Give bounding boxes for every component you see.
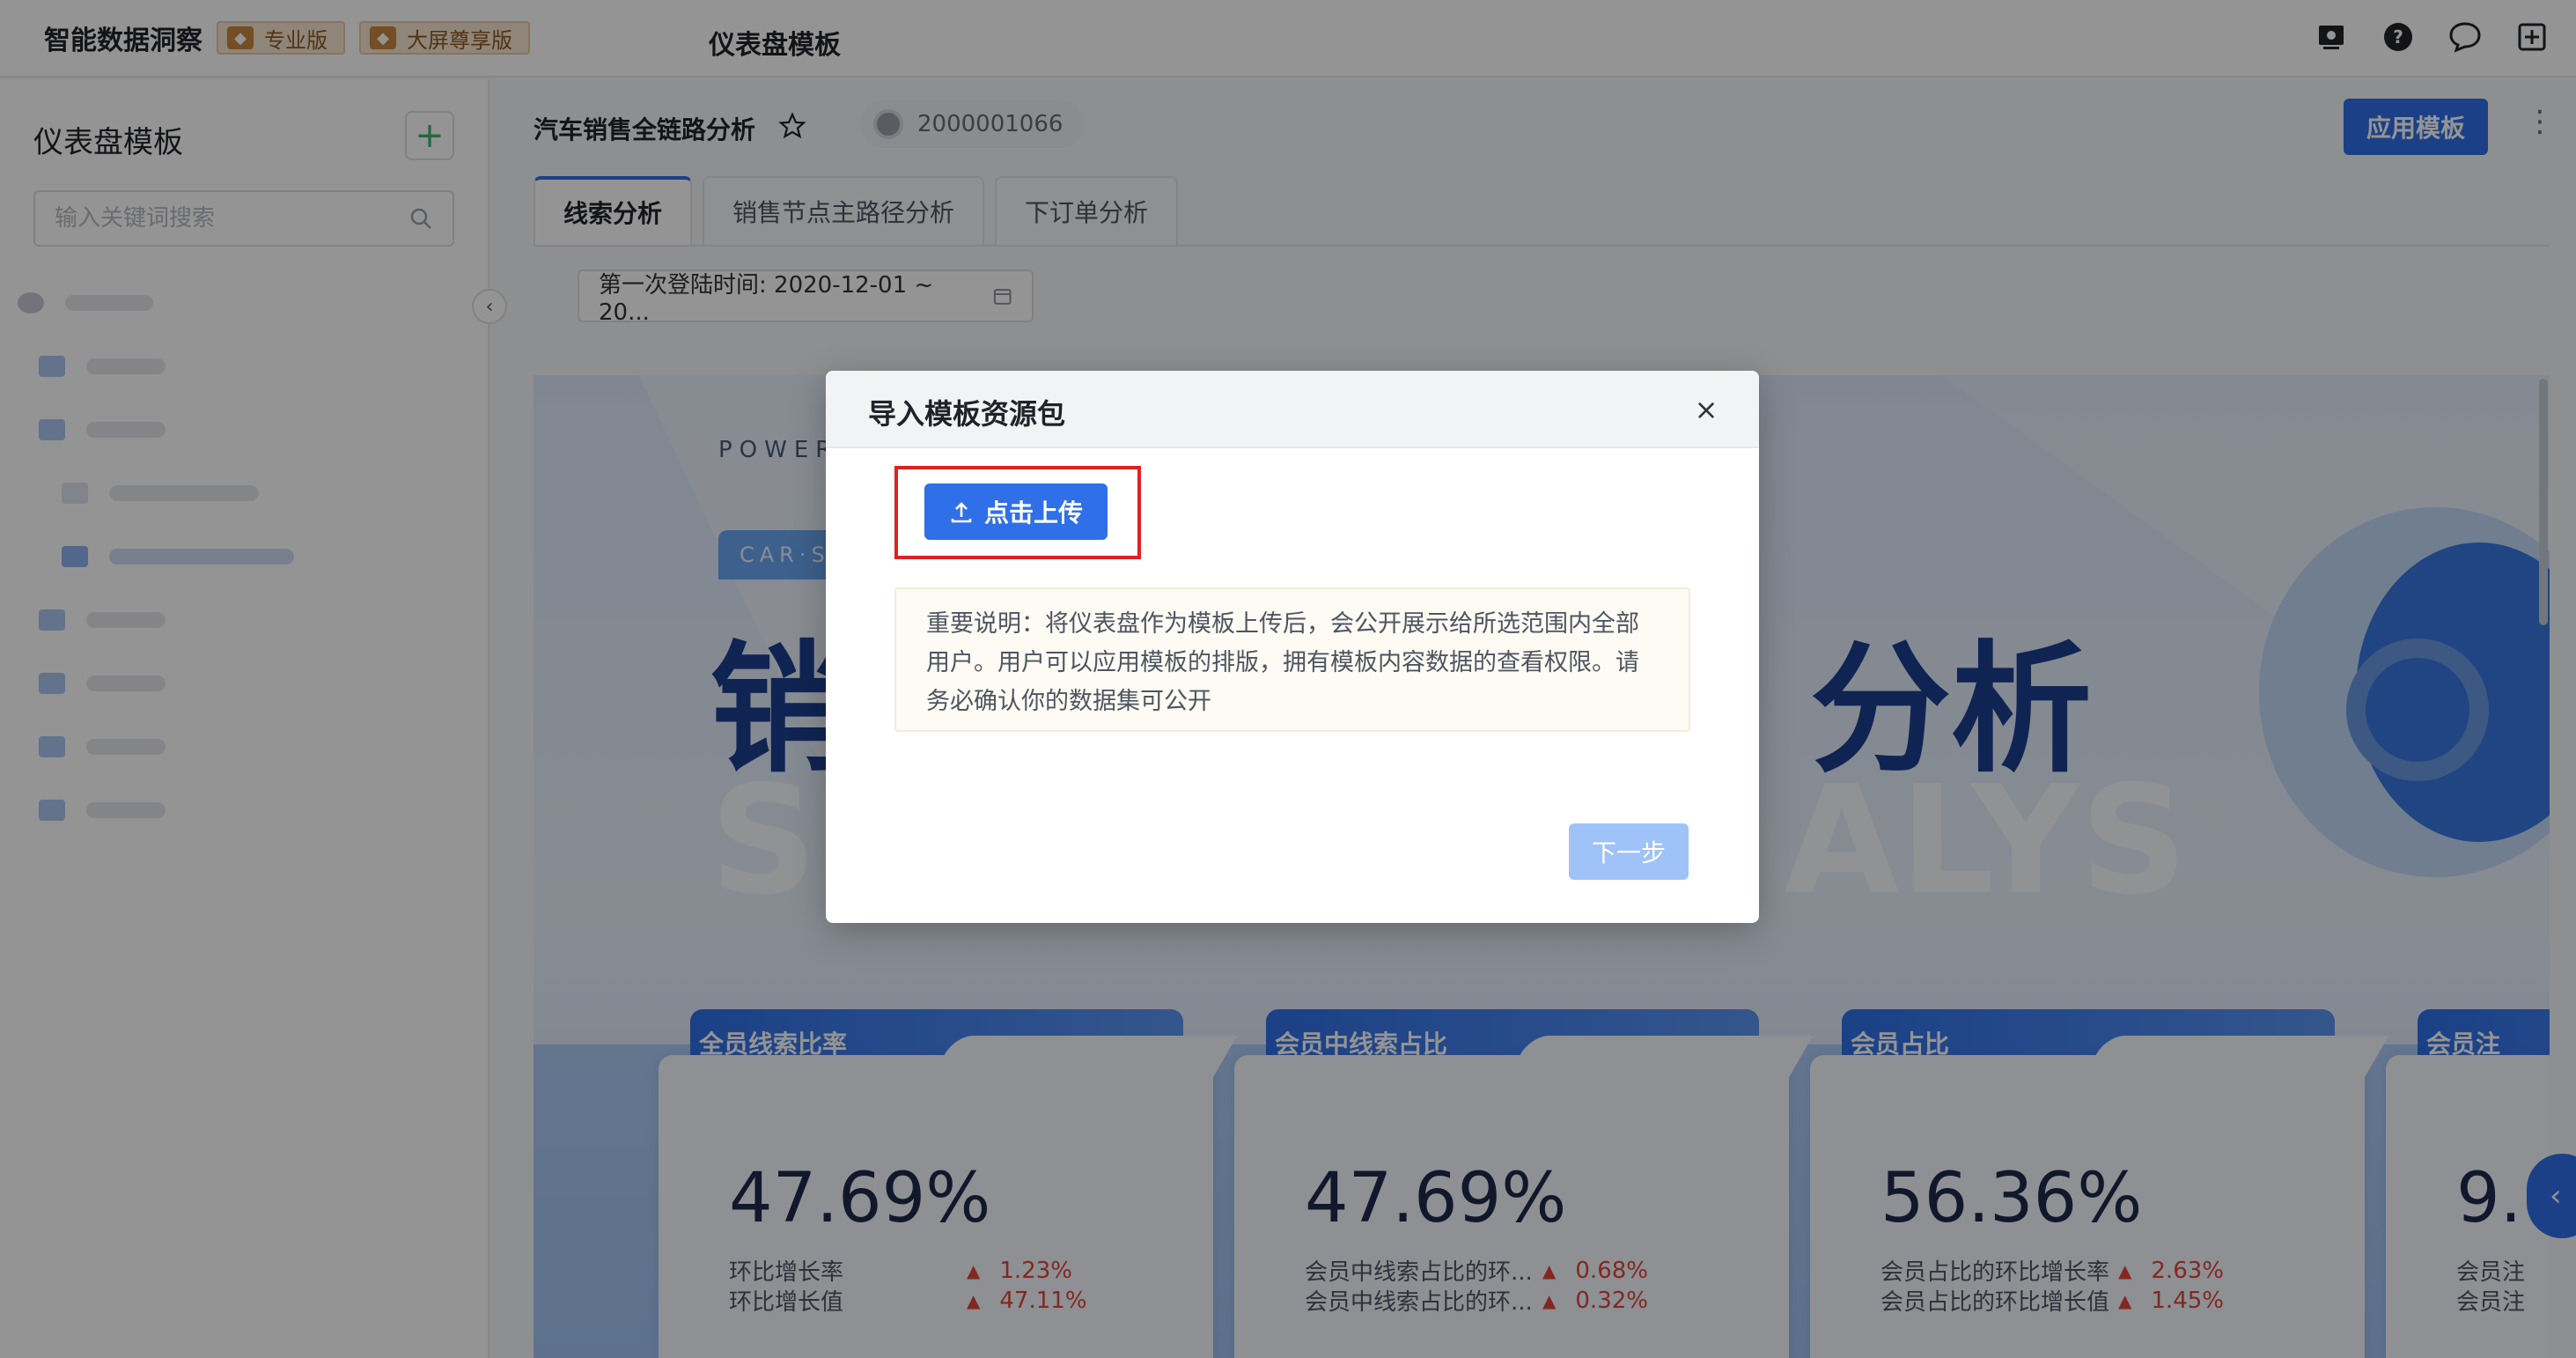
upload-icon [951,502,972,523]
dialog-title: 导入模板资源包 [868,397,1066,431]
important-notice: 重要说明：将仪表盘作为模板上传后，会公开展示给所选范围内全部用户。用户可以应用模… [894,587,1690,732]
upload-button[interactable]: 点击上传 [924,483,1108,540]
import-template-dialog: 导入模板资源包 × 点击上传 重要说明：将仪表盘作为模板上传后，会公开展示给所选… [826,371,1759,923]
upload-button-label: 点击上传 [983,498,1083,528]
dialog-header: 导入模板资源包 × [826,371,1759,448]
next-step-button[interactable]: 下一步 [1569,823,1689,880]
close-icon[interactable]: × [1687,390,1726,429]
